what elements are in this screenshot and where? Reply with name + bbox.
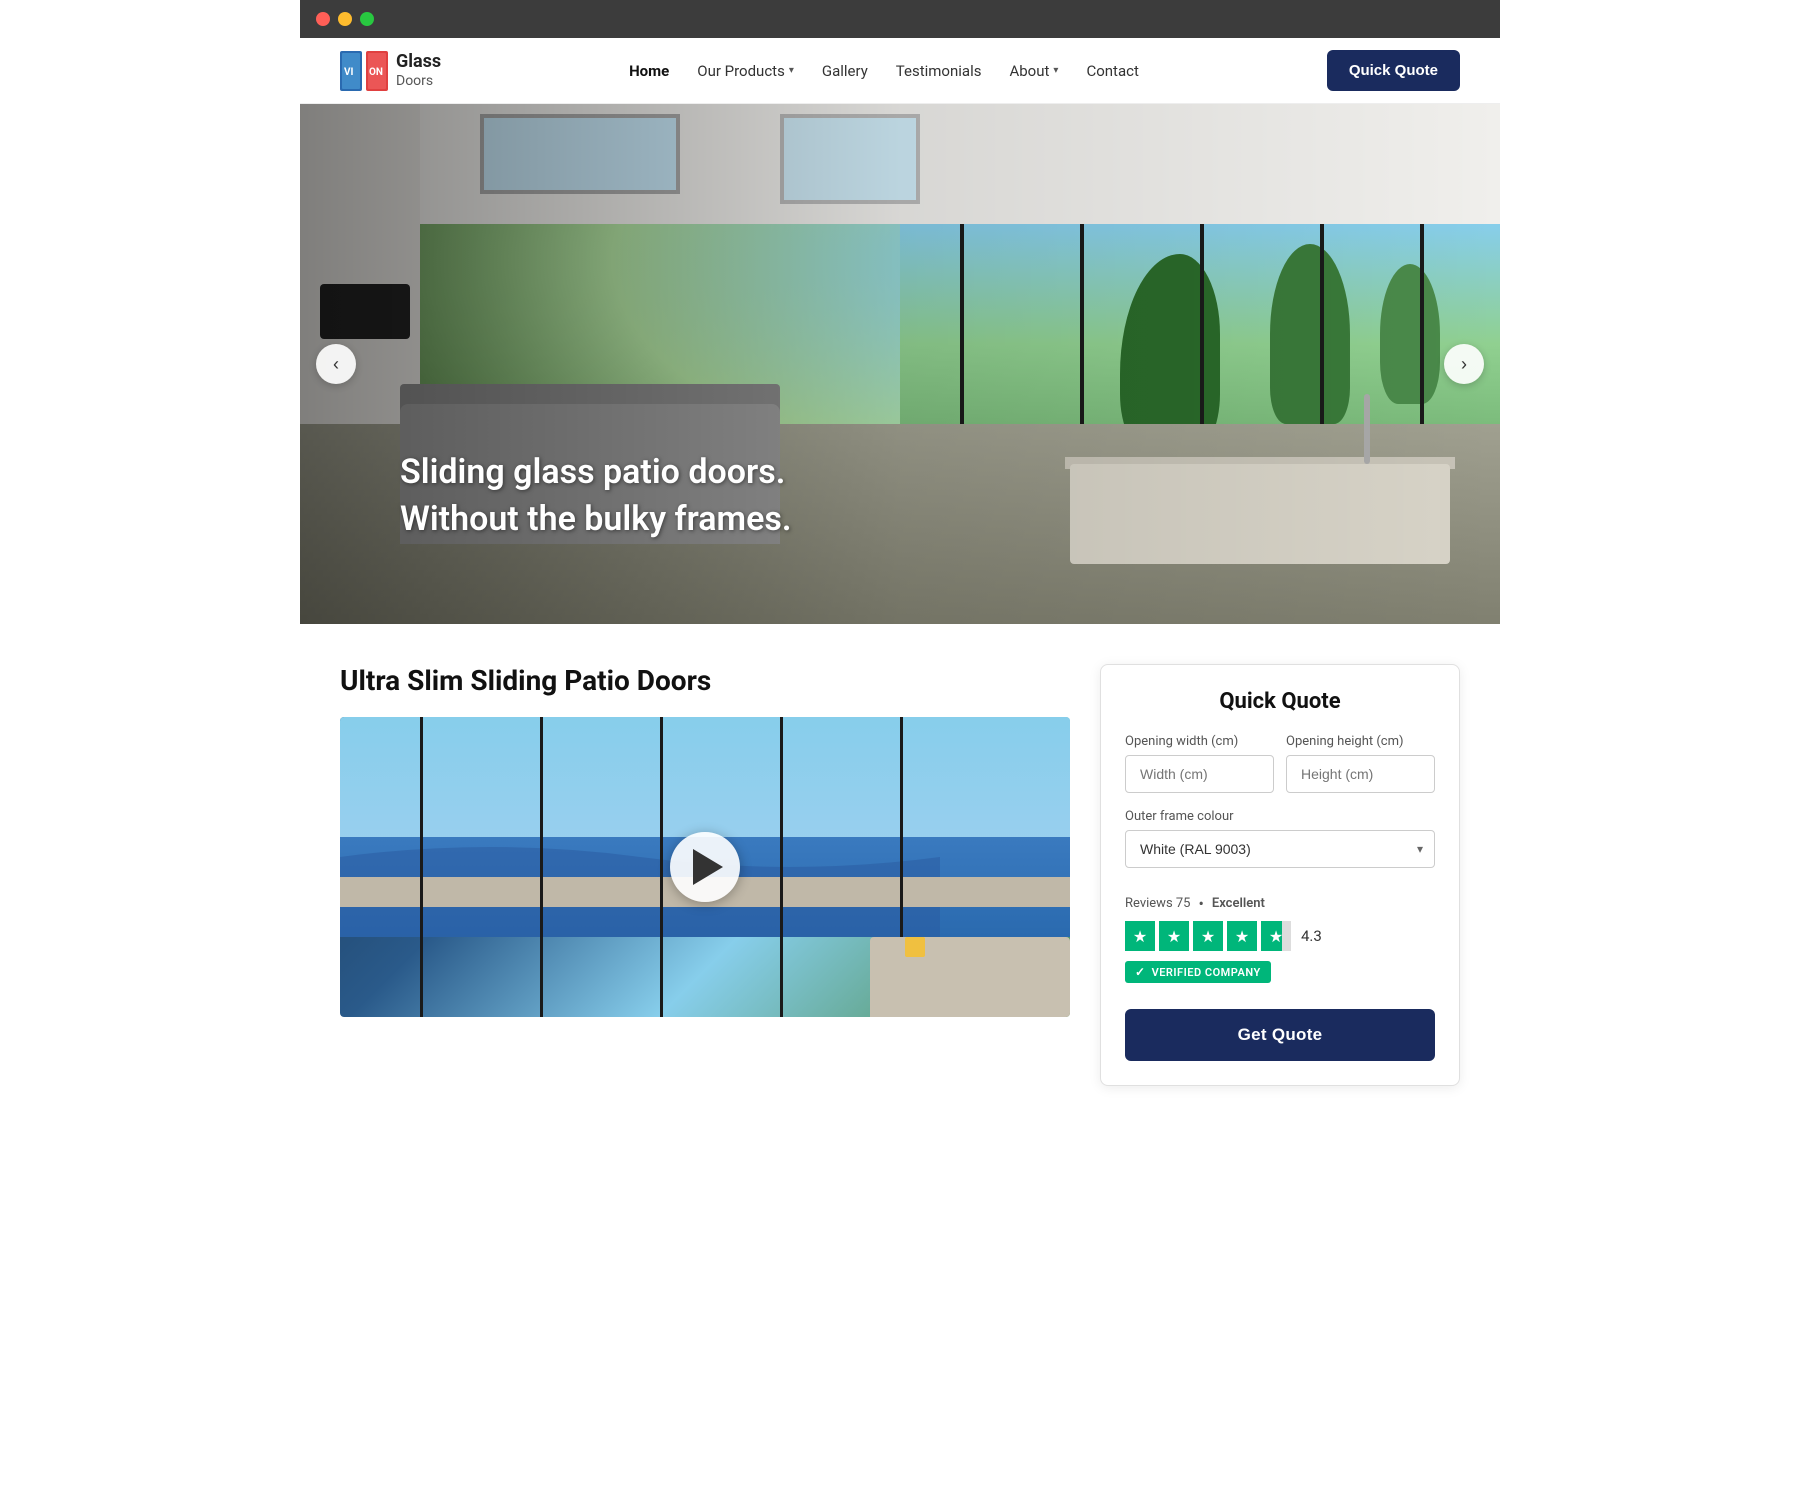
main-content: Ultra Slim Sliding Patio Doors xyxy=(300,624,1500,1106)
quote-card: Quick Quote Opening width (cm) Opening h… xyxy=(1100,664,1460,1086)
play-icon xyxy=(693,849,723,885)
height-input[interactable] xyxy=(1286,755,1435,793)
get-quote-button[interactable]: Get Quote xyxy=(1125,1009,1435,1061)
hero-section: Sliding glass patio doors. Without the b… xyxy=(300,104,1500,624)
hero-prev-button[interactable]: ‹ xyxy=(316,344,356,384)
nav-link-contact[interactable]: Contact xyxy=(1086,62,1138,80)
mac-close-button[interactable] xyxy=(316,12,330,26)
nav-link-products[interactable]: Our Products xyxy=(697,62,785,80)
colour-select[interactable]: White (RAL 9003) Black (RAL 9005) Anthra… xyxy=(1125,830,1435,868)
vid-frame-2 xyxy=(540,717,543,1017)
nav-link-home[interactable]: Home xyxy=(629,62,669,80)
trustpilot-excellent: Excellent xyxy=(1212,896,1265,911)
right-column: Quick Quote Opening width (cm) Opening h… xyxy=(1100,664,1460,1086)
vid-cushion xyxy=(905,937,925,957)
chevron-left-icon: ‹ xyxy=(333,354,339,375)
chevron-down-icon-about: ▾ xyxy=(1053,65,1058,76)
trustpilot-header: Reviews 75 • Excellent xyxy=(1125,894,1435,913)
vid-sofa xyxy=(870,937,1070,1017)
nav-item-home[interactable]: Home xyxy=(629,61,669,80)
verified-label: VERIFIED COMPANY xyxy=(1152,966,1261,979)
trustpilot-star-1: ★ xyxy=(1125,921,1155,951)
width-label: Opening width (cm) xyxy=(1125,734,1274,749)
hero-overlay xyxy=(300,104,1500,624)
play-button[interactable] xyxy=(670,832,740,902)
nav-item-testimonials[interactable]: Testimonials xyxy=(896,61,982,80)
trustpilot-star-5: ★ xyxy=(1261,921,1291,951)
height-label: Opening height (cm) xyxy=(1286,734,1435,749)
nav-item-contact[interactable]: Contact xyxy=(1086,61,1138,80)
section-title: Ultra Slim Sliding Patio Doors xyxy=(340,664,1070,697)
hero-text: Sliding glass patio doors. Without the b… xyxy=(400,449,792,544)
trustpilot-star-4: ★ xyxy=(1227,921,1257,951)
dimensions-row: Opening width (cm) Opening height (cm) xyxy=(1125,734,1435,793)
trustpilot-stars: ★ ★ ★ ★ ★ 4.3 xyxy=(1125,921,1435,951)
logo-text: Glass Doors xyxy=(396,51,441,89)
trustpilot-reviews-count: Reviews 75 xyxy=(1125,896,1191,911)
nav-link-about[interactable]: About xyxy=(1009,62,1049,80)
nav-link-gallery[interactable]: Gallery xyxy=(822,62,868,80)
chevron-down-icon: ▾ xyxy=(789,65,794,76)
nav-links: Home Our Products ▾ Gallery Testimonials… xyxy=(629,61,1139,80)
nav-item-products[interactable]: Our Products ▾ xyxy=(697,62,794,80)
trustpilot-verified-row: ✓ VERIFIED COMPANY xyxy=(1125,961,1435,983)
checkmark-icon: ✓ xyxy=(1135,965,1146,979)
trustpilot-dot: • xyxy=(1199,894,1204,913)
logo-icon: VI ON xyxy=(340,51,388,91)
video-thumbnail[interactable] xyxy=(340,717,1070,1017)
navbar: VI ON Glass Doors Home Our Products ▾ Ga… xyxy=(300,38,1500,104)
brand-name: Glass xyxy=(396,51,441,73)
quick-quote-nav-button[interactable]: Quick Quote xyxy=(1327,50,1460,91)
trustpilot-star-3: ★ xyxy=(1193,921,1223,951)
chevron-right-icon: › xyxy=(1461,354,1467,375)
left-column: Ultra Slim Sliding Patio Doors xyxy=(340,664,1070,1017)
hero-headline-line2: Without the bulky frames. xyxy=(400,499,792,539)
vid-frame-4 xyxy=(780,717,783,1017)
mac-titlebar xyxy=(300,0,1500,38)
nav-link-testimonials[interactable]: Testimonials xyxy=(896,62,982,80)
trustpilot-star-2: ★ xyxy=(1159,921,1189,951)
quote-card-title: Quick Quote xyxy=(1125,689,1435,714)
colour-group: Outer frame colour White (RAL 9003) Blac… xyxy=(1125,809,1435,868)
mac-minimize-button[interactable] xyxy=(338,12,352,26)
logo[interactable]: VI ON Glass Doors xyxy=(340,51,441,91)
colour-select-wrapper: White (RAL 9003) Black (RAL 9005) Anthra… xyxy=(1125,830,1435,868)
width-group: Opening width (cm) xyxy=(1125,734,1274,793)
nav-item-about[interactable]: About ▾ xyxy=(1009,62,1058,80)
hero-next-button[interactable]: › xyxy=(1444,344,1484,384)
trustpilot-verified-badge: ✓ VERIFIED COMPANY xyxy=(1125,961,1271,983)
nav-item-gallery[interactable]: Gallery xyxy=(822,61,868,80)
vid-frame-3 xyxy=(660,717,663,1017)
height-group: Opening height (cm) xyxy=(1286,734,1435,793)
brand-sub: Doors xyxy=(396,73,441,90)
trustpilot-widget: Reviews 75 • Excellent ★ ★ ★ ★ ★ 4.3 ✓ V… xyxy=(1125,884,1435,993)
trustpilot-score: 4.3 xyxy=(1301,927,1322,945)
mac-maximize-button[interactable] xyxy=(360,12,374,26)
vid-frame-1 xyxy=(420,717,423,1017)
svg-text:ON: ON xyxy=(369,67,383,78)
svg-text:VI: VI xyxy=(344,67,354,78)
colour-label: Outer frame colour xyxy=(1125,809,1435,824)
hero-headline-line1: Sliding glass patio doors. xyxy=(400,452,785,492)
width-input[interactable] xyxy=(1125,755,1274,793)
